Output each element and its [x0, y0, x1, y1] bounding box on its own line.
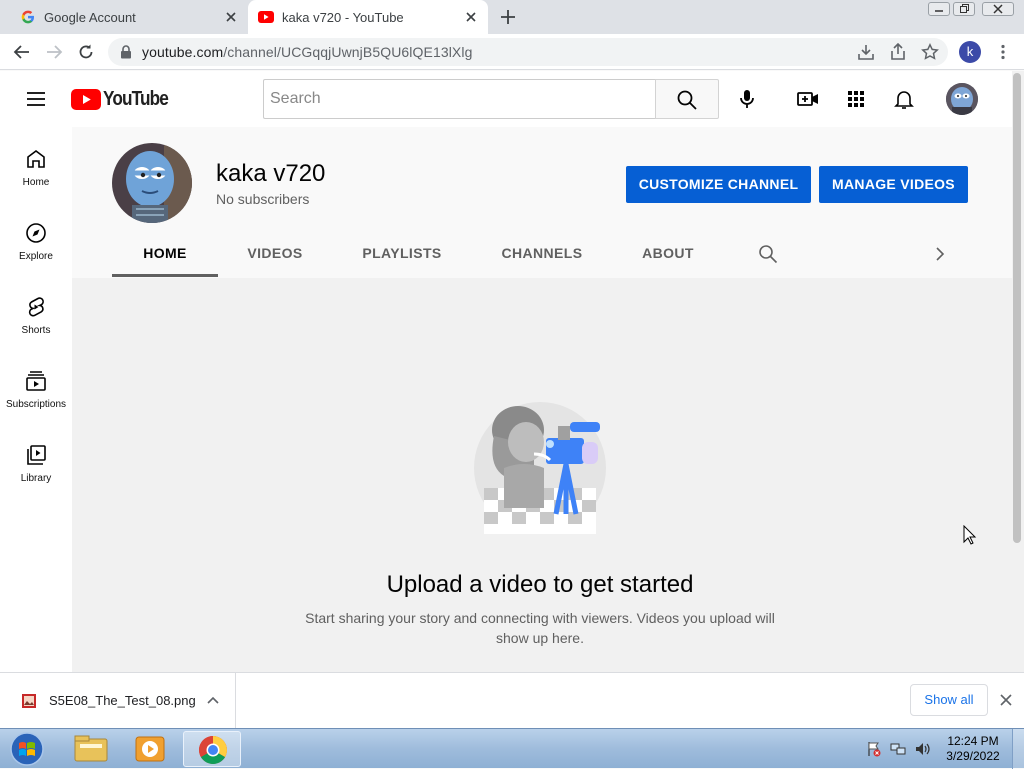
restore-window-icon[interactable] [953, 2, 975, 16]
mouse-cursor-icon [963, 525, 977, 545]
tab-videos[interactable]: VIDEOS [232, 237, 318, 277]
start-button[interactable] [8, 731, 46, 767]
empty-state-description: Start sharing your story and connecting … [305, 610, 775, 646]
profile-avatar[interactable]: k [959, 41, 981, 63]
close-tab-icon[interactable] [464, 10, 478, 24]
tab-about[interactable]: ABOUT [628, 237, 708, 277]
youtube-masthead: YouTube [0, 71, 1012, 127]
search-icon [676, 89, 698, 111]
tab-home[interactable]: HOME [112, 237, 218, 277]
show-desktop-button[interactable] [1012, 729, 1024, 769]
show-all-downloads-button[interactable]: Show all [910, 684, 988, 716]
channel-header: kaka v720 No subscribers CUSTOMIZE CHANN… [72, 127, 1012, 278]
new-tab-icon[interactable] [500, 9, 516, 25]
google-icon [20, 9, 36, 25]
back-arrow-icon[interactable] [13, 43, 31, 61]
forward-arrow-icon[interactable] [45, 43, 63, 61]
close-window-icon[interactable] [982, 2, 1014, 16]
close-tab-icon[interactable] [224, 10, 238, 24]
address-bar[interactable]: youtube.com/channel/UCGqqjUwnjB5QU6lQE13… [108, 38, 948, 66]
notifications-bell-icon[interactable] [892, 87, 916, 111]
compass-icon [24, 221, 48, 245]
shorts-icon [24, 295, 48, 319]
channel-name: kaka v720 [216, 160, 326, 187]
tab-title: kaka v720 - YouTube [282, 9, 404, 25]
sidebar-item-label: Library [20, 473, 52, 484]
volume-icon[interactable] [914, 741, 932, 757]
subscriber-count: No subscribers [216, 191, 310, 207]
youtube-play-icon [71, 89, 101, 110]
clock-time: 12:24 PM [947, 734, 999, 748]
tab-playlists[interactable]: PLAYLISTS [348, 237, 456, 277]
url-text: youtube.com/channel/UCGqqjUwnjB5QU6lQE13… [142, 44, 473, 60]
channel-search-icon[interactable] [758, 244, 778, 264]
tab-google-account[interactable]: Google Account [8, 0, 248, 34]
scrollbar-thumb[interactable] [1013, 73, 1021, 543]
sidebar-item-label: Shorts [21, 325, 51, 336]
sidebar-item-library[interactable]: Library [0, 423, 72, 497]
search-input[interactable] [264, 80, 656, 118]
share-icon[interactable] [889, 43, 907, 61]
upload-illustration [470, 396, 630, 542]
minimize-window-icon[interactable] [928, 2, 950, 16]
account-avatar[interactable] [946, 83, 978, 115]
browser-tab-strip: Google Account kaka v720 - YouTube [0, 0, 1024, 34]
image-file-icon [21, 693, 37, 709]
empty-state-title: Upload a video to get started [386, 571, 694, 598]
download-file-name: S5E08_The_Test_08.png [49, 693, 196, 708]
close-shelf-icon[interactable] [999, 693, 1013, 707]
customize-channel-button[interactable]: CUSTOMIZE CHANNEL [626, 166, 811, 203]
media-player-taskbar-icon[interactable] [122, 731, 180, 767]
library-icon [24, 443, 48, 467]
channel-content: Upload a video to get started Start shar… [72, 278, 1012, 672]
windows-taskbar: 12:24 PM 3/29/2022 [0, 728, 1024, 769]
lock-icon[interactable] [120, 45, 132, 59]
reload-icon[interactable] [77, 43, 95, 61]
download-item[interactable]: S5E08_The_Test_08.png [8, 673, 236, 729]
system-clock[interactable]: 12:24 PM 3/29/2022 [940, 734, 1006, 764]
sidebar-item-explore[interactable]: Explore [0, 201, 72, 275]
search-box[interactable] [263, 79, 656, 119]
download-shelf: S5E08_The_Test_08.png Show all [0, 672, 1024, 729]
apps-grid-icon[interactable] [844, 87, 868, 111]
install-app-icon[interactable] [857, 43, 875, 61]
youtube-favicon-icon [258, 9, 274, 25]
guide-sidebar: Home Explore Shorts Subscriptions Librar… [0, 127, 72, 672]
action-center-flag-icon[interactable] [866, 741, 882, 757]
search-button[interactable] [655, 79, 719, 119]
manage-videos-button[interactable]: MANAGE VIDEOS [819, 166, 968, 203]
channel-avatar[interactable] [112, 143, 192, 223]
youtube-logo[interactable]: YouTube [71, 88, 179, 111]
sidebar-item-label: Subscriptions [5, 399, 67, 410]
chevron-up-icon[interactable] [206, 694, 220, 708]
explorer-taskbar-icon[interactable] [62, 731, 120, 767]
youtube-logo-text: YouTube [103, 88, 169, 110]
hamburger-menu-icon[interactable] [24, 87, 48, 111]
chevron-right-icon[interactable] [932, 246, 948, 262]
browser-toolbar: youtube.com/channel/UCGqqjUwnjB5QU6lQE13… [0, 34, 1024, 70]
sidebar-item-shorts[interactable]: Shorts [0, 275, 72, 349]
sidebar-item-label: Home [22, 177, 50, 188]
tab-youtube-channel[interactable]: kaka v720 - YouTube [248, 0, 488, 34]
sidebar-item-label: Explore [19, 251, 53, 262]
microphone-icon[interactable] [735, 87, 759, 111]
chrome-taskbar-icon[interactable] [183, 731, 241, 767]
tab-channels[interactable]: CHANNELS [486, 237, 598, 277]
sidebar-item-home[interactable]: Home [0, 127, 72, 201]
create-video-icon[interactable] [796, 87, 820, 111]
tab-title: Google Account [44, 9, 136, 25]
sidebar-item-subscriptions[interactable]: Subscriptions [0, 349, 72, 423]
chrome-menu-icon[interactable] [994, 43, 1012, 61]
bookmark-star-icon[interactable] [921, 43, 939, 61]
home-icon [24, 147, 48, 171]
network-icon[interactable] [890, 741, 906, 757]
subscriptions-icon [24, 369, 48, 393]
clock-date: 3/29/2022 [946, 749, 1000, 763]
